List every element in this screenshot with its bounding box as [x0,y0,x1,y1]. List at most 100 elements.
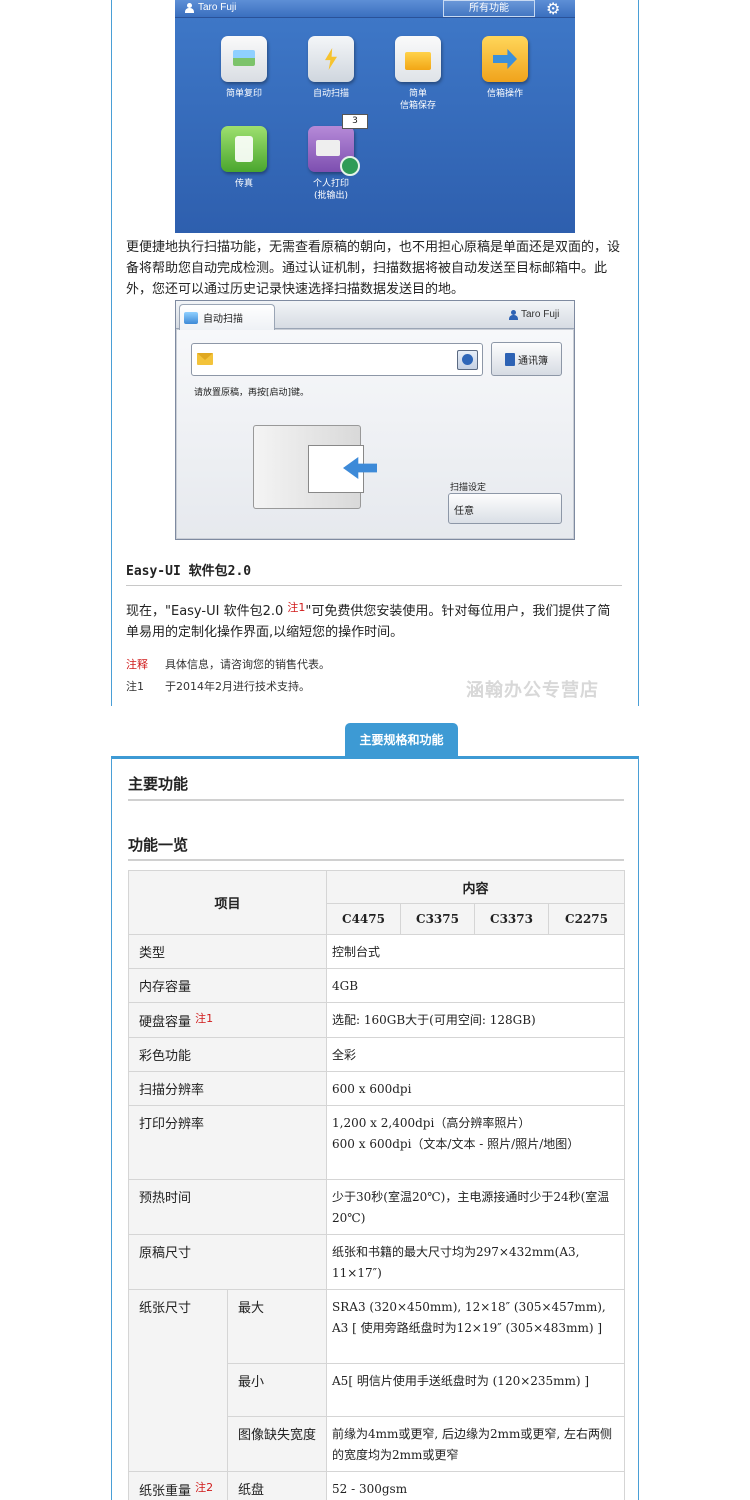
model-header: C3375 [400,903,476,935]
address-book-label: 通讯簿 [518,355,548,367]
note-key: 注释 [126,658,148,671]
easy-ui-text-a: 现在，"Easy-UI 软件包2.0 [126,604,288,619]
row-label: 纸张重量 [139,1484,192,1499]
address-book-button[interactable]: 通讯簿 [491,342,562,376]
table-row: 硬盘容量 注1 选配: 160GB大于(可用空间: 128GB) [127,1002,626,1038]
app-mailbox-store[interactable]: 简单 信箱保存 [378,36,458,112]
app-label: 自动扫描 [312,89,349,99]
divider [128,799,624,801]
divider [126,585,622,586]
mailbox-store-icon [395,36,441,82]
row-value: 纸张和书籍的最大尺寸均为297×432mm(A3, 11×17″) [326,1234,626,1290]
scan-icon [184,311,198,324]
note-ref: 注1 [287,601,306,614]
sub-label: 图像缺失宽度 [226,1416,328,1472]
row-value: 1,200 x 2,400dpi（高分辨率照片） 600 x 600dpi（文本… [326,1105,626,1180]
note-ref: 注2 [195,1481,214,1494]
table-row: 内存容量 4GB [127,968,626,1003]
app-auto-scan[interactable]: 自动扫描 [291,36,371,100]
row-value: 52 - 300gsm [326,1471,626,1500]
table-row: 原稿尺寸 纸张和书籍的最大尺寸均为297×432mm(A3, 11×17″) [127,1234,626,1290]
print-count-badge: 3 [342,114,368,129]
table-row: 纸张重量 注2 纸盘 52 - 300gsm [128,1471,626,1500]
user-icon [509,309,518,320]
table-row: 预热时间 少于30秒(室温20℃)，主电源接通时少于24秒(室温20℃) [127,1179,626,1235]
table-row: 彩色功能 全彩 [127,1037,626,1072]
auto-scan-screenshot: 自动扫描 Taro Fuji 通讯簿 请放置原稿，再按[启动]键。 扫描设定 任… [175,300,575,540]
row-value: 全彩 [326,1037,626,1072]
home-user: Taro Fuji [185,2,236,13]
scan-settings-label: 扫描设定 [450,483,487,493]
tab-auto-scan[interactable]: 自动扫描 [179,304,275,330]
history-icon[interactable] [457,350,478,370]
row-label: 预热时间 [127,1179,328,1235]
app-label: 简单复印 [225,89,262,99]
row-value: 前缘为4mm或更窄, 后边缘为2mm或更窄, 左右两侧的宽度均为2mm或更窄 [326,1416,626,1472]
auto-scan-body: 通讯簿 请放置原稿，再按[启动]键。 扫描设定 任意 [177,330,573,538]
row-value: 600 x 600dpi [326,1071,626,1106]
home-screen-screenshot: Taro Fuji 所有功能 ⚙ 简单复印 自动扫描 简单 信箱保存 信箱操作 … [175,0,575,233]
header-item: 项目 [127,870,328,935]
scan-description: 更便捷地执行扫描功能，无需查看原稿的朝向，也不用担心原稿是单面还是双面的，设备将… [126,240,621,297]
start-icon [340,156,360,176]
app-simple-copy[interactable]: 简单复印 [204,36,284,100]
row-label: 内存容量 [127,968,328,1003]
row-label: 原稿尺寸 [127,1234,328,1290]
header-content: 内容 [326,870,626,904]
app-label: 信箱操作 [486,89,523,99]
row-label: 打印分辨率 [127,1105,328,1180]
watermark: 涵翰办公专营店 [466,680,599,701]
spec-table: 项目 内容 C4475 C3375 C3373 C2275 类型 控制台式 内存… [127,870,626,1500]
recipient-field[interactable] [191,343,483,376]
note-1: 注1 于2014年2月进行技术支持。 [126,678,310,694]
gear-icon[interactable]: ⚙ [546,0,560,18]
table-row: 打印分辨率 1,200 x 2,400dpi（高分辨率照片） 600 x 600… [127,1105,626,1180]
page: Taro Fuji 所有功能 ⚙ 简单复印 自动扫描 简单 信箱保存 信箱操作 … [0,0,750,1500]
divider [128,859,624,861]
address-book-icon [505,352,515,366]
auto-scan-user-name: Taro Fuji [521,309,560,320]
sub-label: 最小 [226,1363,328,1417]
row-value: SRA3 (320×450mm), 12×18″ (305×457mm), A3… [326,1289,626,1364]
all-functions-button[interactable]: 所有功能 [443,0,535,17]
row-label: 彩色功能 [127,1037,328,1072]
user-icon [185,2,194,13]
model-header: C4475 [326,903,402,935]
sub-label: 最大 [226,1289,328,1364]
note-text: 于2014年2月进行技术支持。 [165,680,310,693]
table-row: 纸张尺寸 最大 SRA3 (320×450mm), 12×18″ (305×45… [128,1289,626,1472]
app-fax[interactable]: 传真 [204,126,284,190]
home-user-name: Taro Fuji [198,2,237,13]
row-value: A5[ 明信片使用手送纸盘时为 (120×235mm) ] [326,1363,626,1417]
note-ref: 注1 [195,1012,214,1025]
scan-icon [308,36,354,82]
table-row: 扫描分辨率 600 x 600dpi [127,1071,626,1106]
scanner-illustration [253,425,377,509]
scan-settings-button[interactable]: 任意 [448,493,562,524]
easy-ui-description: 现在，"Easy-UI 软件包2.0 注1"可免费供您安装使用。针对每位用户，我… [126,597,622,643]
easy-ui-title: Easy-UI 软件包2.0 [126,564,252,579]
app-label: 个人打印 (批输出) [312,179,349,201]
row-label: 纸张尺寸 [128,1289,228,1472]
personal-print-icon: 3 [308,114,368,176]
model-header: C2275 [548,903,626,935]
note-remark: 注释 具体信息，请咨询您的销售代表。 [126,656,330,672]
note-text: 具体信息，请咨询您的销售代表。 [165,658,330,671]
row-label-cell: 硬盘容量 注1 [127,1002,328,1038]
row-label: 类型 [127,934,328,969]
table-row: 类型 控制台式 [127,934,626,969]
sub-label: 纸盘 [226,1471,328,1500]
model-header: C3373 [474,903,550,935]
app-mailbox-operation[interactable]: 信箱操作 [465,36,545,100]
note-key: 注1 [126,680,144,693]
app-label: 简单 信箱保存 [399,89,436,111]
row-label: 硬盘容量 [139,1015,192,1030]
row-value: 控制台式 [326,934,626,969]
copy-icon [221,36,267,82]
function-list-heading: 功能一览 [128,836,189,854]
tab-main-specs[interactable]: 主要规格和功能 [345,723,458,757]
main-functions-heading: 主要功能 [128,775,189,793]
mailbox-operation-icon [482,36,528,82]
row-value: 选配: 160GB大于(可用空间: 128GB) [326,1002,626,1038]
app-personal-print[interactable]: 3 个人打印 (批输出) [291,114,371,202]
